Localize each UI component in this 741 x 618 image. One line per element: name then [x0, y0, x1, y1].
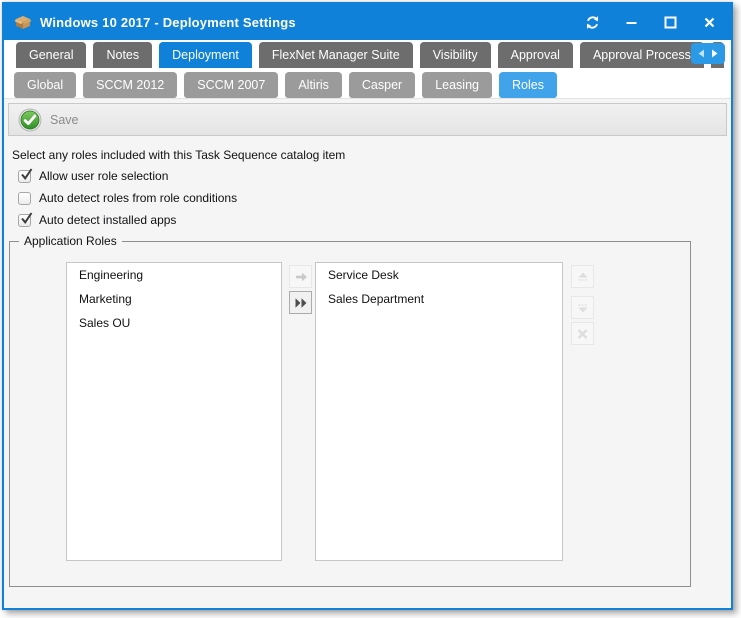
checkmark-icon: [20, 212, 33, 224]
tab-notes[interactable]: Notes: [93, 42, 152, 68]
tab-flexnet-manager-suite[interactable]: FlexNet Manager Suite: [259, 42, 413, 68]
checkbox-row-allow-user-role-selection: Allow user role selection: [18, 165, 731, 187]
move-all-right-button[interactable]: [289, 291, 312, 314]
tab-sccm-2012[interactable]: SCCM 2012: [83, 72, 177, 98]
maximize-icon[interactable]: [662, 14, 678, 30]
triangle-down-icon: [576, 302, 590, 314]
secondary-tab-row: Global SCCM 2012 SCCM 2007 Altiris Casper Lea…: [4, 68, 731, 98]
primary-tab-row: General Notes Deployment FlexNet Manager Su…: [4, 40, 731, 68]
move-right-button[interactable]: [289, 265, 312, 288]
double-right-arrow-icon: [294, 297, 308, 309]
roles-instruction-text: Select any roles included with this Task…: [12, 148, 731, 162]
remove-x-icon: [576, 328, 589, 340]
save-check-icon: [18, 108, 42, 132]
tab-altiris[interactable]: Altiris: [285, 72, 342, 98]
checkbox-auto-detect-installed-apps[interactable]: [18, 214, 31, 227]
tab-approval[interactable]: Approval: [498, 42, 573, 68]
toolbar: Save: [8, 103, 727, 136]
tab-roles[interactable]: Roles: [499, 72, 557, 98]
move-down-button[interactable]: [571, 296, 594, 319]
tab-sccm-2007[interactable]: SCCM 2007: [184, 72, 278, 98]
tab-visibility[interactable]: Visibility: [420, 42, 491, 68]
checkbox-auto-detect-roles-from-role-conditions[interactable]: [18, 192, 31, 205]
tab-deployment[interactable]: Deployment: [159, 42, 252, 68]
list-item-marketing[interactable]: Marketing: [67, 287, 281, 311]
roles-tab-content: Save Select any roles included with this…: [4, 98, 731, 608]
single-right-arrow-icon: [294, 271, 308, 283]
checkbox-label: Auto detect installed apps: [39, 213, 176, 227]
tab-approval-process[interactable]: Approval Process: [580, 42, 704, 68]
remove-role-button[interactable]: [571, 322, 594, 345]
minimize-icon[interactable]: [623, 14, 639, 30]
titlebar: Windows 10 2017 - Deployment Settings: [4, 4, 731, 40]
list-item-engineering[interactable]: Engineering: [67, 263, 281, 287]
triangle-up-icon: [576, 271, 590, 283]
checkbox-label: Allow user role selection: [39, 169, 168, 183]
tab-general[interactable]: General: [16, 42, 86, 68]
tab-scroll-right-icon[interactable]: [711, 49, 718, 58]
close-icon[interactable]: [701, 14, 717, 30]
tab-scroll-left-icon[interactable]: [698, 49, 705, 58]
tab-leasing[interactable]: Leasing: [422, 72, 492, 98]
move-up-button[interactable]: [571, 265, 594, 288]
save-button-label: Save: [50, 113, 79, 127]
app-package-icon: [14, 14, 32, 30]
tab-global[interactable]: Global: [14, 72, 76, 98]
selected-roles-listbox[interactable]: Service DeskSales Department: [315, 262, 563, 561]
list-item-sales-department[interactable]: Sales Department: [316, 287, 562, 311]
window-title: Windows 10 2017 - Deployment Settings: [40, 15, 296, 30]
available-roles-listbox[interactable]: EngineeringMarketingSales OU: [66, 262, 282, 561]
checkbox-allow-user-role-selection[interactable]: [18, 170, 31, 183]
groupbox-title: Application Roles: [19, 234, 122, 248]
save-button[interactable]: Save: [16, 106, 89, 134]
checkbox-row-auto-detect-roles-from-role-conditions: Auto detect roles from role conditions: [18, 187, 731, 209]
role-options-checkbox-group: Allow user role selection Auto detect rol…: [4, 165, 731, 231]
checkbox-row-auto-detect-installed-apps: Auto detect installed apps: [18, 209, 731, 231]
application-roles-groupbox: Application Roles EngineeringMarketingSa…: [9, 241, 691, 587]
list-item-sales-ou[interactable]: Sales OU: [67, 311, 281, 335]
titlebar-controls: [584, 14, 717, 30]
checkbox-label: Auto detect roles from role conditions: [39, 191, 237, 205]
checkmark-icon: [20, 168, 33, 180]
tab-scroll-buttons: [691, 43, 725, 64]
list-item-service-desk[interactable]: Service Desk: [316, 263, 562, 287]
deployment-settings-window: Windows 10 2017 - Deployment Settings: [2, 2, 733, 610]
refresh-icon[interactable]: [584, 14, 600, 30]
tab-casper[interactable]: Casper: [349, 72, 415, 98]
